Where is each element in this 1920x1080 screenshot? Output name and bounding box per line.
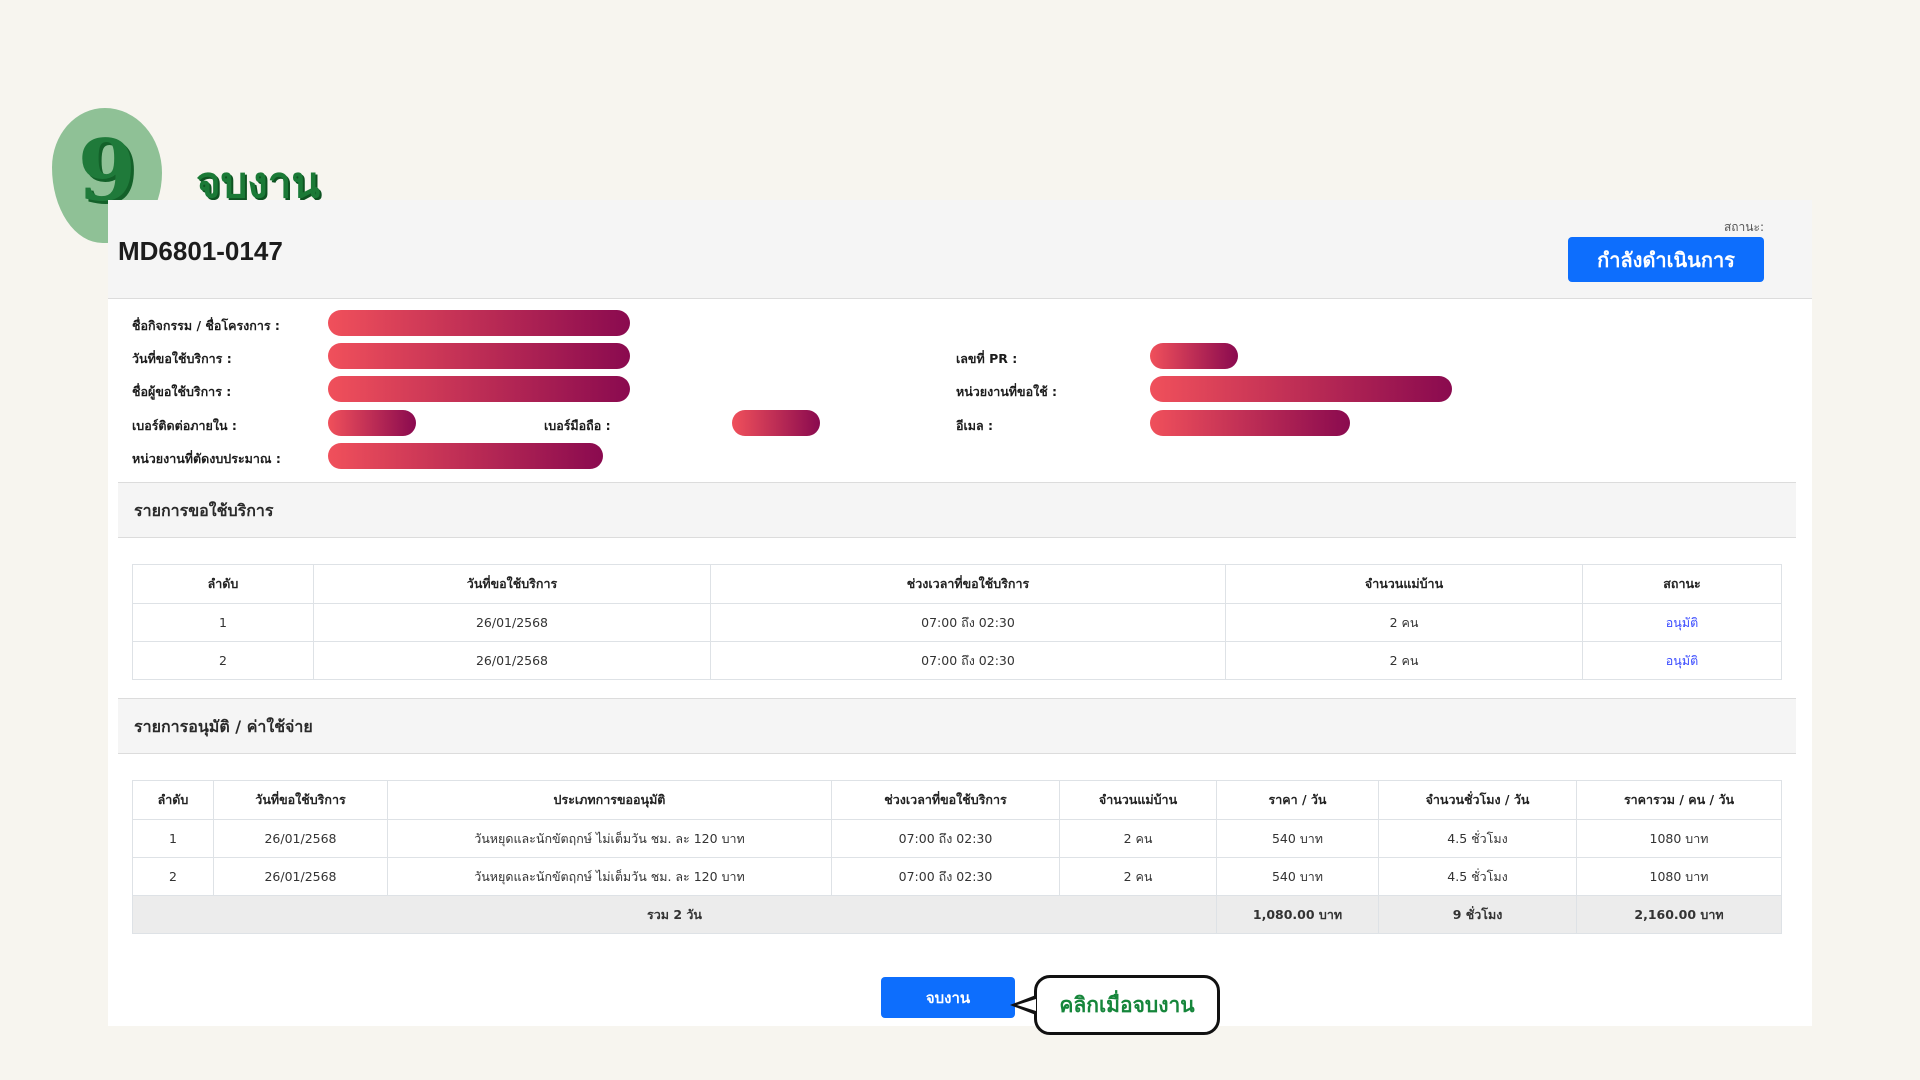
- table-cell: 2 คน: [1225, 603, 1583, 642]
- column-header: ประเภทการขออนุมัติ: [387, 780, 832, 820]
- total-sum: 2,160.00 บาท: [1576, 895, 1782, 934]
- column-header: ลำดับ: [132, 564, 314, 604]
- status-label: สถานะ:: [1723, 220, 1764, 234]
- table-row: 1 26/01/2568 07:00 ถึง 02:30 2 คน อนุมัต…: [132, 603, 1782, 642]
- redacted-pr: [1150, 343, 1238, 369]
- click-hint-callout: คลิกเมื่อจบงาน: [1034, 975, 1220, 1035]
- table-header-row: ลำดับ วันที่ขอใช้บริการ ช่วงเวลาที่ขอใช้…: [132, 564, 1782, 604]
- redacted-requester: [328, 376, 630, 402]
- column-header: จำนวนแม่บ้าน: [1059, 780, 1217, 820]
- redacted-email: [1150, 410, 1350, 436]
- table-cell: 2 คน: [1059, 819, 1217, 858]
- total-row: รวม 2 วัน 1,080.00 บาท 9 ชั่วโมง 2,160.0…: [132, 895, 1782, 934]
- status-badge[interactable]: กำลังดำเนินการ: [1568, 237, 1764, 282]
- service-date-label: วันที่ขอใช้บริการ :: [132, 351, 232, 366]
- approved-status-link[interactable]: อนุมัติ: [1582, 641, 1782, 680]
- total-label: รวม 2 วัน: [132, 895, 1217, 934]
- activity-label: ชื่อกิจกรรม / ชื่อโครงการ :: [132, 318, 280, 333]
- table-row: 2 26/01/2568 วันหยุดและนักขัตฤกษ์ ไม่เต็…: [132, 857, 1782, 896]
- expenses-table: ลำดับ วันที่ขอใช้บริการ ประเภทการขออนุมั…: [132, 780, 1782, 934]
- column-header: จำนวนชั่วโมง / วัน: [1378, 780, 1577, 820]
- total-price: 1,080.00 บาท: [1216, 895, 1379, 934]
- table-cell: 07:00 ถึง 02:30: [831, 857, 1060, 896]
- request-detail-card: MD6801-0147 สถานะ: กำลังดำเนินการ ชื่อกิ…: [108, 200, 1812, 1026]
- column-header: วันที่ขอใช้บริการ: [313, 564, 711, 604]
- table-cell: 540 บาท: [1216, 819, 1379, 858]
- redacted-department: [1150, 376, 1452, 402]
- table-row: 1 26/01/2568 วันหยุดและนักขัตฤกษ์ ไม่เต็…: [132, 819, 1782, 858]
- table-cell: 2: [132, 857, 214, 896]
- table-cell: 26/01/2568: [313, 641, 711, 680]
- column-header: ราคารวม / คน / วัน: [1576, 780, 1782, 820]
- email-label: อีเมล :: [956, 418, 994, 433]
- card-header: MD6801-0147 สถานะ: กำลังดำเนินการ: [108, 200, 1812, 299]
- table-cell: วันหยุดและนักขัตฤกษ์ ไม่เต็มวัน ชม. ละ 1…: [387, 819, 832, 858]
- column-header: ราคา / วัน: [1216, 780, 1379, 820]
- requests-section-title: รายการขอใช้บริการ: [134, 501, 274, 520]
- table-cell: 07:00 ถึง 02:30: [710, 603, 1226, 642]
- table-cell: 2 คน: [1059, 857, 1217, 896]
- table-cell: 26/01/2568: [313, 603, 711, 642]
- requests-table: ลำดับ วันที่ขอใช้บริการ ช่วงเวลาที่ขอใช้…: [132, 564, 1782, 680]
- table-cell: วันหยุดและนักขัตฤกษ์ ไม่เต็มวัน ชม. ละ 1…: [387, 857, 832, 896]
- requests-section-header: รายการขอใช้บริการ: [118, 482, 1796, 538]
- table-cell: 2: [132, 641, 314, 680]
- table-cell: 26/01/2568: [213, 857, 388, 896]
- table-cell: 1080 บาท: [1576, 819, 1782, 858]
- redacted-mobile: [732, 410, 820, 436]
- redacted-budget-unit: [328, 443, 603, 469]
- total-hours: 9 ชั่วโมง: [1378, 895, 1577, 934]
- column-header: ช่วงเวลาที่ขอใช้บริการ: [831, 780, 1060, 820]
- column-header: สถานะ: [1582, 564, 1782, 604]
- column-header: วันที่ขอใช้บริการ: [213, 780, 388, 820]
- redacted-internal-phone: [328, 410, 416, 436]
- approved-status-link[interactable]: อนุมัติ: [1582, 603, 1782, 642]
- expenses-section-title: รายการอนุมัติ / ค่าใช้จ่าย: [134, 717, 313, 736]
- column-header: ลำดับ: [132, 780, 214, 820]
- finish-job-button[interactable]: จบงาน: [881, 977, 1015, 1018]
- table-cell: 1080 บาท: [1576, 857, 1782, 896]
- expenses-section-header: รายการอนุมัติ / ค่าใช้จ่าย: [118, 698, 1796, 754]
- table-header-row: ลำดับ วันที่ขอใช้บริการ ประเภทการขออนุมั…: [132, 780, 1782, 820]
- table-cell: 1: [132, 819, 214, 858]
- redacted-activity: [328, 310, 630, 336]
- table-cell: 4.5 ชั่วโมง: [1378, 857, 1577, 896]
- requester-label: ชื่อผู้ขอใช้บริการ :: [132, 384, 232, 399]
- redacted-service-date: [328, 343, 630, 369]
- table-cell: 07:00 ถึง 02:30: [710, 641, 1226, 680]
- table-cell: 26/01/2568: [213, 819, 388, 858]
- internal-phone-label: เบอร์ติดต่อภายใน :: [132, 418, 237, 433]
- department-label: หน่วยงานที่ขอใช้ :: [956, 384, 1058, 399]
- budget-unit-label: หน่วยงานที่ตัดงบประมาณ :: [132, 451, 281, 466]
- table-cell: 1: [132, 603, 314, 642]
- column-header: ช่วงเวลาที่ขอใช้บริการ: [710, 564, 1226, 604]
- table-cell: 540 บาท: [1216, 857, 1379, 896]
- pr-label: เลขที่ PR :: [956, 351, 1018, 366]
- table-cell: 07:00 ถึง 02:30: [831, 819, 1060, 858]
- callout-text: คลิกเมื่อจบงาน: [1059, 992, 1195, 1017]
- callout-pointer-fill: [1017, 999, 1036, 1011]
- request-code: MD6801-0147: [118, 236, 283, 266]
- table-cell: 4.5 ชั่วโมง: [1378, 819, 1577, 858]
- table-row: 2 26/01/2568 07:00 ถึง 02:30 2 คน อนุมัต…: [132, 641, 1782, 680]
- mobile-label: เบอร์มือถือ :: [544, 418, 611, 433]
- table-cell: 2 คน: [1225, 641, 1583, 680]
- column-header: จำนวนแม่บ้าน: [1225, 564, 1583, 604]
